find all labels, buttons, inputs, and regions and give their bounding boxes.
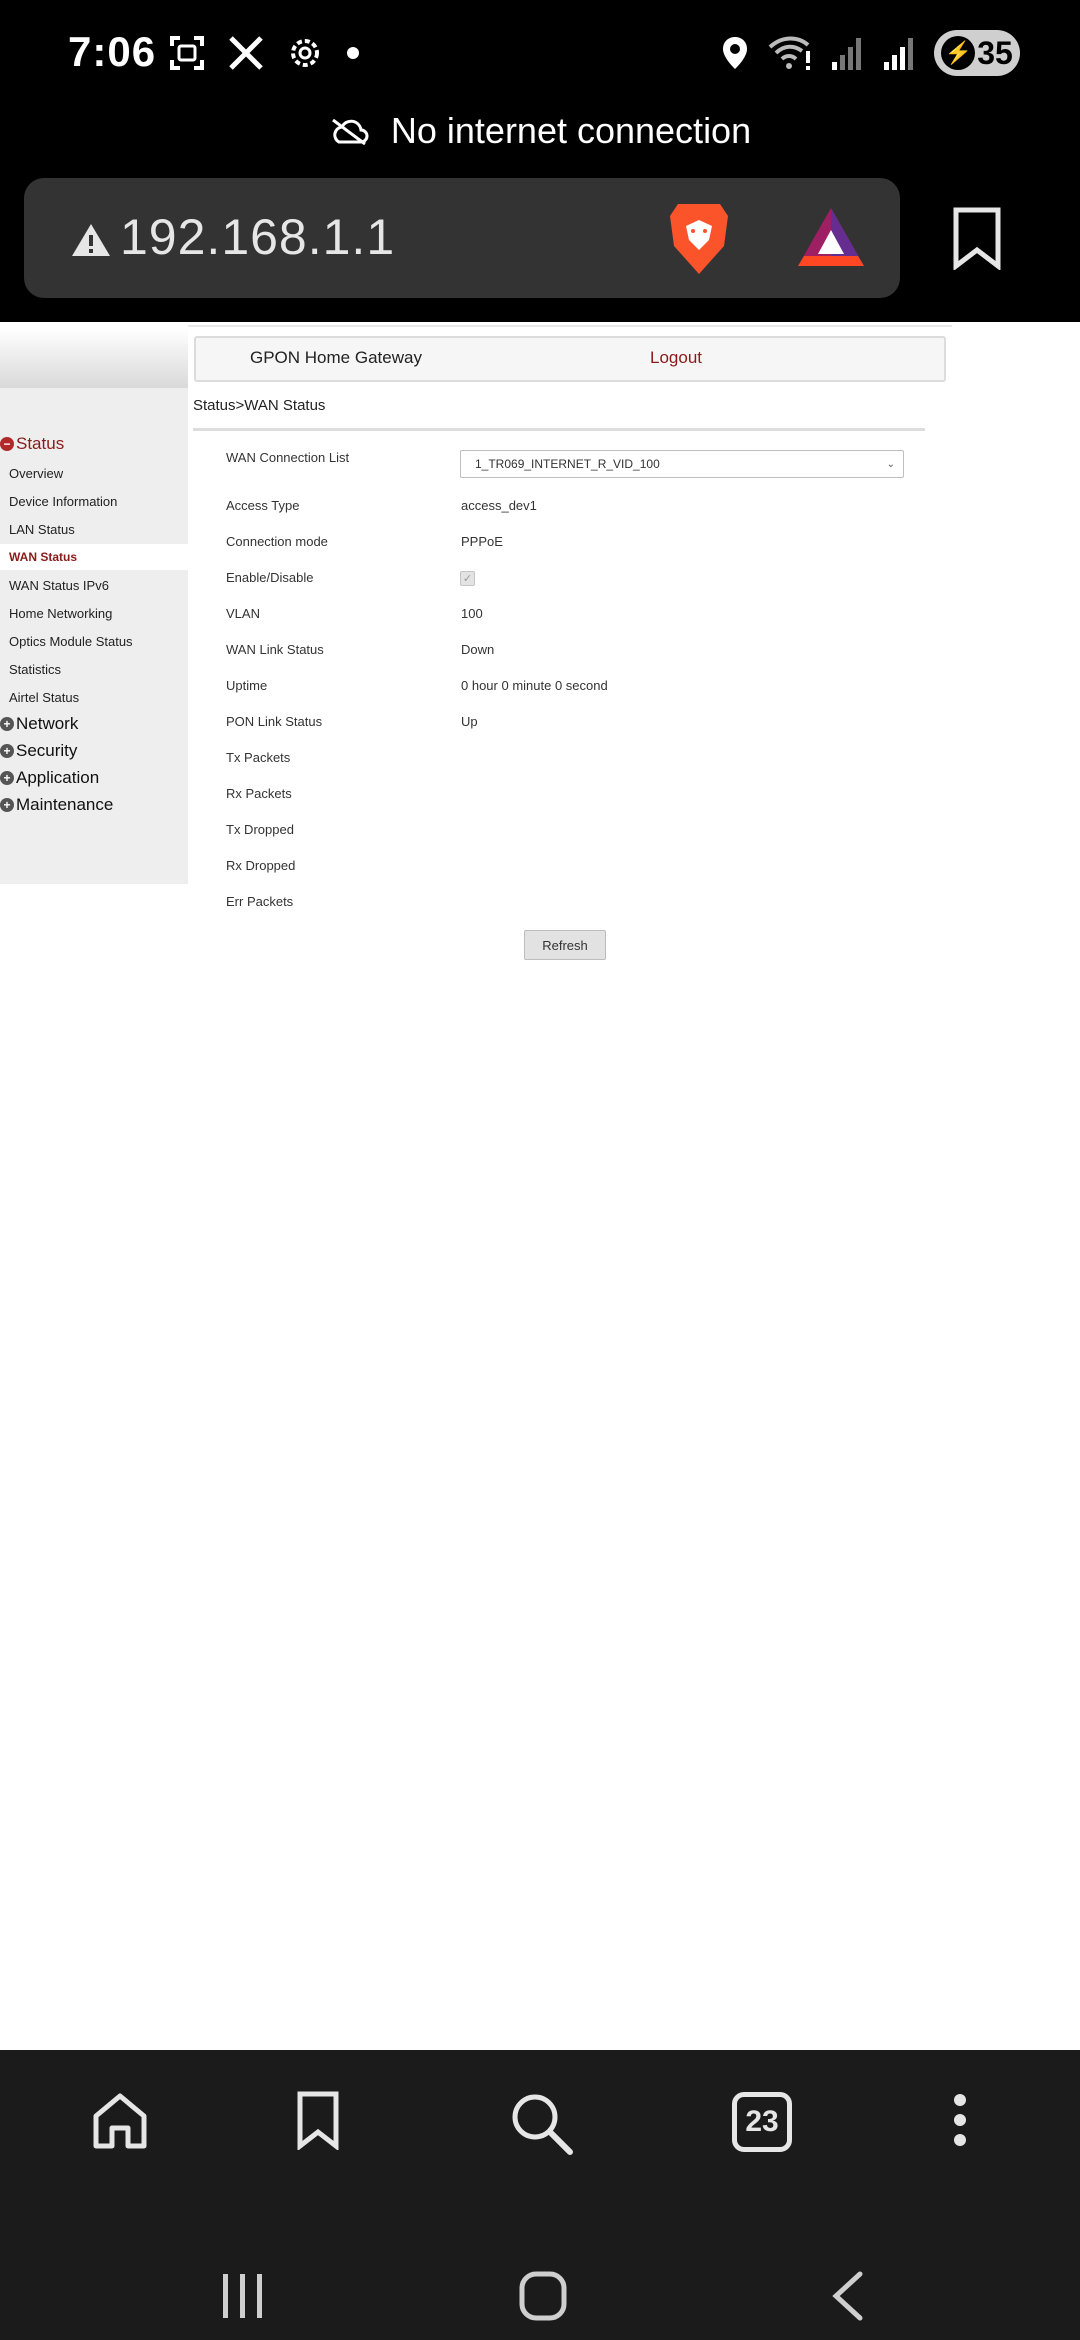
sidebar-item-home-networking[interactable]: Home Networking bbox=[0, 600, 188, 626]
sidebar-header bbox=[0, 328, 188, 388]
connection-mode-value: PPPoE bbox=[461, 534, 503, 549]
menu-maintenance[interactable]: + Maintenance bbox=[0, 795, 113, 815]
gateway-title: GPON Home Gateway bbox=[250, 348, 422, 367]
sidebar-item-airtel-status[interactable]: Airtel Status bbox=[0, 684, 188, 710]
breadcrumb-divider bbox=[193, 428, 925, 431]
recent-apps-icon[interactable] bbox=[220, 2272, 266, 2320]
back-icon[interactable] bbox=[830, 2270, 866, 2322]
signal-bars-2-icon bbox=[884, 38, 913, 70]
sidebar-item-overview[interactable]: Overview bbox=[0, 460, 188, 486]
chevron-down-icon: ⌄ bbox=[886, 459, 895, 470]
sidebar-item-device-information[interactable]: Device Information bbox=[0, 488, 188, 514]
address-bar[interactable]: 192.168.1.1 bbox=[24, 178, 900, 298]
sidebar-item-statistics[interactable]: Statistics bbox=[0, 656, 188, 682]
warning-icon[interactable] bbox=[70, 222, 112, 258]
sidebar-item-wan-status[interactable]: WAN Status bbox=[0, 544, 188, 570]
wan-link-status-value: Down bbox=[461, 642, 495, 657]
brave-rewards-icon[interactable] bbox=[796, 206, 866, 270]
rx-packets-label: Rx Packets bbox=[226, 786, 292, 801]
expand-icon: + bbox=[0, 771, 14, 785]
expand-icon: + bbox=[0, 717, 14, 731]
x-app-icon bbox=[229, 36, 263, 70]
system-indicators: ⚡ 35 bbox=[720, 30, 1020, 76]
enable-checkbox[interactable]: ✓ bbox=[460, 571, 475, 586]
home-nav-icon[interactable] bbox=[518, 2270, 568, 2322]
url-text[interactable]: 192.168.1.1 bbox=[120, 208, 395, 266]
wifi-no-internet-icon bbox=[768, 36, 810, 70]
connection-mode-label: Connection mode bbox=[226, 534, 328, 549]
menu-status[interactable]: − Status bbox=[0, 434, 64, 454]
clock: 7:06 bbox=[68, 28, 157, 75]
gateway-header: GPON Home Gateway Logout bbox=[194, 336, 946, 382]
browser-bottom-bar: 23 bbox=[0, 2050, 1080, 2250]
pon-link-status-label: PON Link Status bbox=[226, 714, 323, 729]
sidebar-item-wan-status-ipv6[interactable]: WAN Status IPv6 bbox=[0, 572, 188, 598]
enable-disable-label: Enable/Disable bbox=[226, 570, 314, 585]
top-divider bbox=[188, 325, 952, 327]
brave-shields-icon[interactable] bbox=[664, 200, 734, 276]
wan-connection-selected: 1_TR069_INTERNET_R_VID_100 bbox=[475, 457, 660, 471]
cloud-off-icon bbox=[331, 118, 369, 146]
tx-dropped-label: Tx Dropped bbox=[226, 822, 294, 837]
expand-icon: + bbox=[0, 744, 14, 758]
vlan-label: VLAN bbox=[226, 606, 260, 621]
rx-dropped-label: Rx Dropped bbox=[226, 858, 296, 873]
location-icon bbox=[723, 37, 747, 69]
sidebar-item-lan-status[interactable]: LAN Status bbox=[0, 516, 188, 542]
screenshot-icon bbox=[170, 36, 204, 70]
system-status-bar: 7:06 ⚡ 35 bbox=[0, 0, 1080, 108]
more-options-icon[interactable] bbox=[950, 2090, 970, 2150]
charging-bolt-icon: ⚡ bbox=[941, 36, 976, 70]
settings-gear-icon bbox=[291, 39, 319, 67]
tabs-button[interactable]: 23 bbox=[732, 2092, 792, 2152]
notification-icons bbox=[168, 34, 360, 72]
refresh-button[interactable]: Refresh bbox=[524, 930, 606, 960]
wan-connection-select[interactable]: 1_TR069_INTERNET_R_VID_100 ⌄ bbox=[460, 450, 904, 478]
signal-bars-1-icon bbox=[832, 38, 861, 70]
battery-indicator: ⚡ 35 bbox=[934, 30, 1020, 76]
browser-toolbar: 192.168.1.1 bbox=[0, 154, 1080, 322]
access-type-value: access_dev1 bbox=[461, 498, 537, 513]
breadcrumb: Status>WAN Status bbox=[193, 397, 326, 414]
no-internet-text: No internet connection bbox=[390, 110, 752, 151]
tx-packets-label: Tx Packets bbox=[226, 750, 291, 765]
menu-application[interactable]: + Application bbox=[0, 768, 99, 788]
vlan-value: 100 bbox=[461, 606, 483, 621]
uptime-value: 0 hour 0 minute 0 second bbox=[461, 678, 608, 693]
logout-link[interactable]: Logout bbox=[650, 348, 702, 368]
wan-link-status-label: WAN Link Status bbox=[226, 642, 324, 657]
access-type-label: Access Type bbox=[226, 498, 300, 513]
err-packets-label: Err Packets bbox=[226, 894, 294, 909]
system-navigation-bar bbox=[0, 2250, 1080, 2340]
bookmark-icon[interactable] bbox=[952, 206, 1002, 270]
bookmarks-icon[interactable] bbox=[296, 2090, 340, 2150]
collapse-icon: − bbox=[0, 437, 14, 451]
home-icon[interactable] bbox=[90, 2090, 150, 2150]
dot-icon bbox=[347, 47, 359, 59]
expand-icon: + bbox=[0, 798, 14, 812]
tab-count: 23 bbox=[745, 2105, 779, 2138]
sidebar-item-optics-module-status[interactable]: Optics Module Status bbox=[0, 628, 188, 654]
uptime-label: Uptime bbox=[226, 678, 268, 693]
no-internet-banner: No internet connection bbox=[0, 108, 1080, 154]
search-icon[interactable] bbox=[508, 2090, 574, 2156]
menu-security[interactable]: + Security bbox=[0, 741, 77, 761]
menu-network[interactable]: + Network bbox=[0, 714, 78, 734]
wan-connection-list-label: WAN Connection List bbox=[226, 450, 350, 465]
battery-level: 35 bbox=[977, 34, 1013, 71]
pon-link-status-value: Up bbox=[461, 714, 478, 729]
web-page: GPON Home Gateway Logout Status>WAN Stat… bbox=[0, 322, 1080, 2050]
